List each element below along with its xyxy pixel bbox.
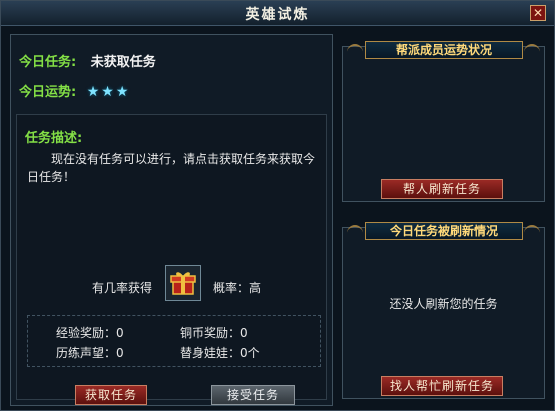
exp-reward: 经验奖励：0 [56, 326, 124, 340]
prestige-reward: 历练声望：0 [56, 346, 124, 360]
fortune-label: 今日运势: [19, 85, 77, 100]
window-title: 英雄试炼 [245, 7, 310, 23]
refresh-status-note: 还没人刷新您的任务 [389, 297, 498, 311]
right-ornament [524, 44, 540, 56]
accept-task-button[interactable]: 接受任务 [211, 385, 295, 405]
description-box: 任务描述: 现在没有任务可以进行，请点击获取任务来获取今日任务！ 有几率获得 概… [16, 114, 327, 405]
gift-box-icon [170, 272, 196, 295]
probability-text: 概率：高 [213, 281, 262, 295]
doll-reward: 替身娃娃：0个 [180, 346, 260, 360]
left-ornament [347, 44, 363, 56]
description-title: 任务描述: [25, 131, 83, 146]
task-status: 未获取任务 [90, 55, 156, 70]
star-icon: ★ [115, 84, 129, 100]
refresh-status-title: 今日任务被刷新情况 [365, 222, 523, 240]
task-row: 今日任务: 未获取任务 [19, 51, 156, 70]
help-refresh-button[interactable]: 帮人刷新任务 [381, 179, 503, 199]
hero-trial-window: 英雄试炼 ✕ 今日任务: 未获取任务 今日运势: ★ ★ ★ 任务描述: 现在没有任… [0, 0, 555, 411]
left-ornament [347, 225, 363, 237]
reward-list: 经验奖励：0 铜币奖励：0 历练声望：0 替身娃娃：0个 [27, 315, 321, 367]
description-text: 现在没有任务可以进行，请点击获取任务来获取今日任务！ [27, 152, 316, 184]
reward-item-slot[interactable] [165, 265, 201, 301]
star-icon: ★ [86, 84, 100, 100]
get-task-button[interactable]: 获取任务 [75, 385, 147, 405]
copper-reward: 铜币奖励：0 [180, 326, 248, 340]
gang-fortune-title: 帮派成员运势状况 [365, 41, 523, 59]
refresh-status-panel: 今日任务被刷新情况 还没人刷新您的任务 找人帮忙刷新任务 [342, 222, 545, 399]
title-bar: 英雄试炼 ✕ [1, 1, 554, 26]
reward-prefix: 有几率获得 [92, 281, 153, 295]
fortune-row: 今日运势: ★ ★ ★ [19, 81, 130, 100]
gang-fortune-panel: 帮派成员运势状况 帮人刷新任务 [342, 41, 545, 202]
ask-refresh-button[interactable]: 找人帮忙刷新任务 [381, 376, 503, 396]
task-panel: 今日任务: 未获取任务 今日运势: ★ ★ ★ 任务描述: 现在没有任务可以进行，请… [10, 34, 333, 406]
task-label: 今日任务: [19, 55, 77, 70]
star-icon: ★ [101, 84, 114, 100]
right-ornament [524, 225, 540, 237]
close-button[interactable]: ✕ [530, 5, 546, 21]
fortune-stars: ★ ★ ★ [86, 84, 131, 100]
